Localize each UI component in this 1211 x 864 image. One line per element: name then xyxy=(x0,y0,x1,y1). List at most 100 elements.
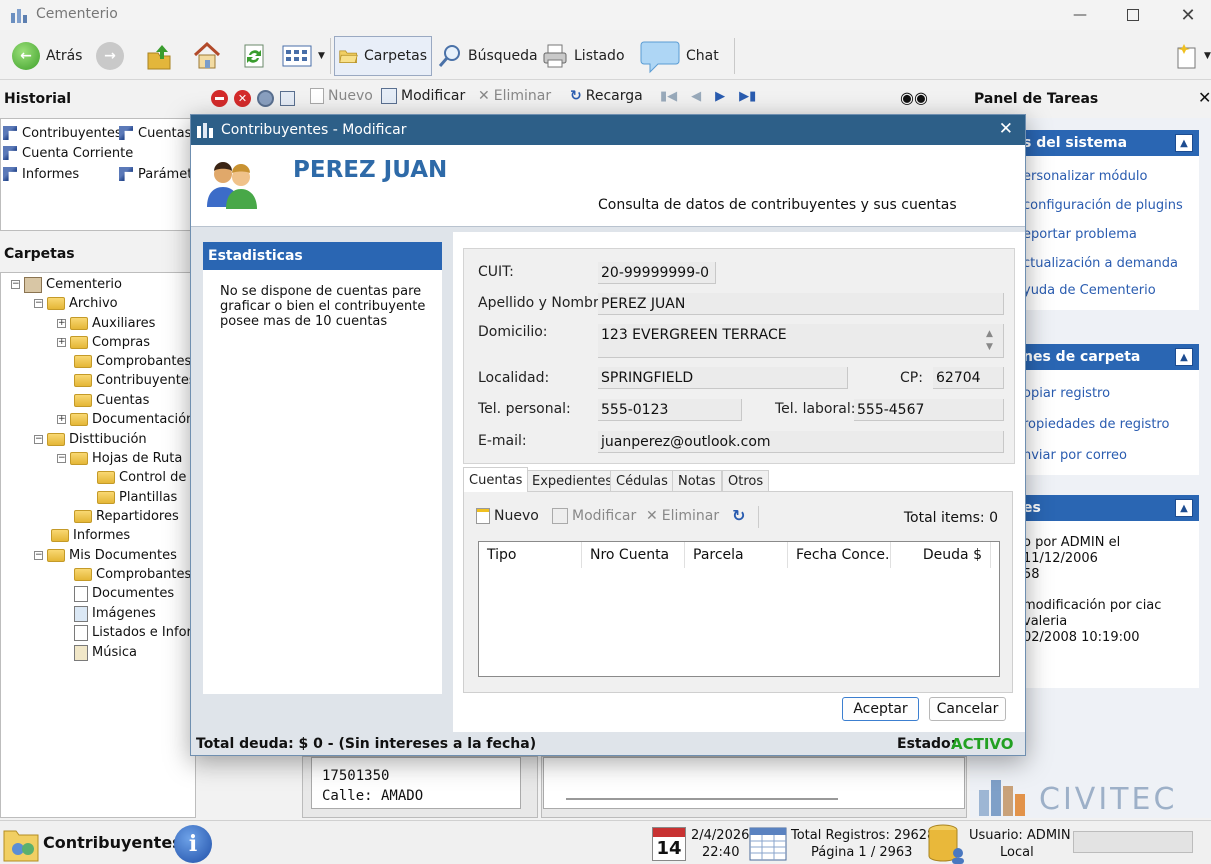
task-link[interactable]: yuda de Cementerio xyxy=(1015,278,1199,302)
binoculars-icon[interactable]: ◉◉ xyxy=(900,88,928,107)
stop-icon[interactable] xyxy=(211,90,228,107)
forward-button[interactable]: → xyxy=(92,36,128,76)
tree-node-comprobantes-e[interactable]: Comprobantes e xyxy=(74,565,195,584)
tab-cedulas[interactable]: Cédulas xyxy=(610,470,674,492)
minimize-button[interactable]: — xyxy=(1057,0,1103,30)
back-button[interactable]: ← Atrás xyxy=(8,36,86,76)
domicilio-field[interactable]: 123 EVERGREEN TERRACE xyxy=(598,324,1004,358)
tel-personal-field[interactable]: 555-0123 xyxy=(598,399,742,421)
collapse-icon[interactable]: − xyxy=(11,280,20,289)
task-link[interactable]: ersonalizar módulo xyxy=(1015,162,1199,191)
tab-otros[interactable]: Otros xyxy=(722,470,770,492)
aceptar-button[interactable]: Aceptar xyxy=(842,697,919,721)
cp-field[interactable]: 62704 xyxy=(933,367,1004,389)
column-header-parcela[interactable]: Parcela xyxy=(685,542,788,568)
refresh-button[interactable] xyxy=(235,36,273,76)
cancelar-button[interactable]: Cancelar xyxy=(929,697,1006,721)
refresh-small-icon[interactable] xyxy=(280,91,295,106)
subtb-eliminar-button[interactable]: ✕ Eliminar xyxy=(478,88,551,104)
collapse-icon[interactable]: − xyxy=(34,299,43,308)
collapse-up-icon[interactable]: ▲ xyxy=(1175,348,1193,366)
tab-cuentas[interactable]: Cuentas xyxy=(463,467,529,492)
carpetas-button[interactable]: Carpetas xyxy=(334,36,432,76)
column-header-tipo[interactable]: Tipo xyxy=(479,542,582,568)
tree-node-repartidores[interactable]: Repartidores xyxy=(74,507,179,526)
domicilio-scroll-arrows[interactable]: ▲ ▼ xyxy=(986,328,993,354)
listado-button[interactable]: Listado xyxy=(538,36,629,76)
task-link[interactable]: ctualización a demanda xyxy=(1015,249,1199,278)
close-taskpanel-icon[interactable]: ✕ xyxy=(1198,88,1211,107)
tree-node-plantillas[interactable]: Plantillas xyxy=(97,488,177,507)
tree-node-comprobantes[interactable]: Comprobantes xyxy=(74,352,191,371)
next-record-icon[interactable]: ▶ xyxy=(715,89,725,104)
horizontal-scrollbar[interactable] xyxy=(566,798,838,800)
tree-node-documentacion[interactable]: + Documentación xyxy=(57,410,194,429)
tree-node-listados[interactable]: Listados e Infor xyxy=(74,623,192,642)
view-mode-button[interactable]: ▼ xyxy=(278,36,329,76)
expand-icon[interactable]: + xyxy=(57,338,66,347)
cuentas-nuevo-button[interactable]: Nuevo xyxy=(476,508,539,524)
expand-icon[interactable]: + xyxy=(57,415,66,424)
column-header-fecha-concesion[interactable]: Fecha Conce... xyxy=(788,542,891,568)
historial-item[interactable]: Cuenta Corriente xyxy=(3,143,133,163)
cuit-field[interactable]: 20-99999999-0 xyxy=(598,262,716,284)
maximize-button[interactable] xyxy=(1110,0,1156,30)
close-window-button[interactable]: ✕ xyxy=(1165,0,1211,30)
prev-record-icon[interactable]: ◀ xyxy=(691,89,701,104)
subtb-recarga-button[interactable]: ↻ Recarga xyxy=(570,88,643,104)
home-button[interactable] xyxy=(187,36,227,76)
busqueda-button[interactable]: Búsqueda xyxy=(434,36,542,76)
tab-notas[interactable]: Notas xyxy=(672,470,722,492)
task-link[interactable]: ropiedades de registro xyxy=(1015,409,1199,440)
chat-button[interactable]: Chat xyxy=(636,36,723,76)
task-link[interactable]: eportar problema xyxy=(1015,220,1199,249)
tree-node-hojas-de-ruta[interactable]: − Hojas de Ruta xyxy=(57,449,182,468)
historial-item[interactable]: Parámetr xyxy=(119,164,198,184)
first-record-icon[interactable]: ▮◀ xyxy=(660,89,677,104)
tree-node-mis-documentes[interactable]: − Mis Documentes xyxy=(34,546,177,565)
last-record-icon[interactable]: ▶▮ xyxy=(739,89,756,104)
subtb-nuevo-button[interactable]: Nuevo xyxy=(310,88,373,104)
close-dialog-icon[interactable]: ✕ xyxy=(999,119,1013,139)
tree-node-control[interactable]: Control de E xyxy=(97,468,195,487)
collapse-up-icon[interactable]: ▲ xyxy=(1175,499,1193,517)
email-field[interactable]: juanperez@outlook.com xyxy=(598,431,1004,453)
task-link[interactable]: configuración de plugins xyxy=(1015,191,1199,220)
up-folder-button[interactable] xyxy=(140,36,178,76)
collapse-icon[interactable]: − xyxy=(34,551,43,560)
tree-node-imagenes[interactable]: Imágenes xyxy=(74,604,156,623)
options-icon[interactable] xyxy=(257,90,274,107)
tel-laboral-field[interactable]: 555-4567 xyxy=(854,399,1004,421)
collapse-icon[interactable]: − xyxy=(34,435,43,444)
tab-expedientes[interactable]: Expedientes xyxy=(526,470,619,492)
column-header-nro-cuenta[interactable]: Nro Cuenta xyxy=(582,542,685,568)
tree-node-compras[interactable]: + Compras xyxy=(57,333,150,352)
tree-node-contribuyentes[interactable]: Contribuyentes xyxy=(74,371,195,390)
historial-item[interactable]: Informes xyxy=(3,164,79,184)
subtb-modificar-button[interactable]: Modificar xyxy=(381,88,465,104)
cuentas-reload-icon[interactable]: ↻ xyxy=(732,506,745,525)
task-link[interactable]: opiar registro xyxy=(1015,378,1199,409)
tree-node-informes[interactable]: Informes xyxy=(51,526,130,545)
tree-node-auxiliares[interactable]: + Auxiliares xyxy=(57,314,155,333)
nombre-field[interactable]: PEREZ JUAN xyxy=(598,293,1004,315)
close-icon[interactable]: ✕ xyxy=(234,90,251,107)
historial-item[interactable]: Cuentas xyxy=(119,123,191,143)
tree-node-archivo[interactable]: − Archivo xyxy=(34,294,118,313)
tree-node-musica[interactable]: Música xyxy=(74,643,137,662)
column-header-deuda[interactable]: Deuda $ xyxy=(891,542,991,568)
tree-node-distribucion[interactable]: − Disttibución xyxy=(34,430,147,449)
tree-node-cementerio[interactable]: − Cementerio xyxy=(11,275,122,294)
new-document-button[interactable]: ▼ xyxy=(1172,36,1211,76)
info-icon[interactable]: i xyxy=(174,825,212,863)
tree-node-documentes[interactable]: Documentes xyxy=(74,584,174,603)
expand-icon[interactable]: + xyxy=(57,319,66,328)
cuentas-eliminar-button[interactable]: ✕ Eliminar xyxy=(646,508,719,524)
collapse-up-icon[interactable]: ▲ xyxy=(1175,134,1193,152)
collapse-icon[interactable]: − xyxy=(57,454,66,463)
tree-node-cuentas[interactable]: Cuentas xyxy=(74,391,149,410)
task-link[interactable]: nviar por correo xyxy=(1015,440,1199,471)
localidad-field[interactable]: SPRINGFIELD xyxy=(598,367,848,389)
cuentas-modificar-button[interactable]: Modificar xyxy=(552,508,636,524)
historial-item[interactable]: Contribuyentes xyxy=(3,123,122,143)
